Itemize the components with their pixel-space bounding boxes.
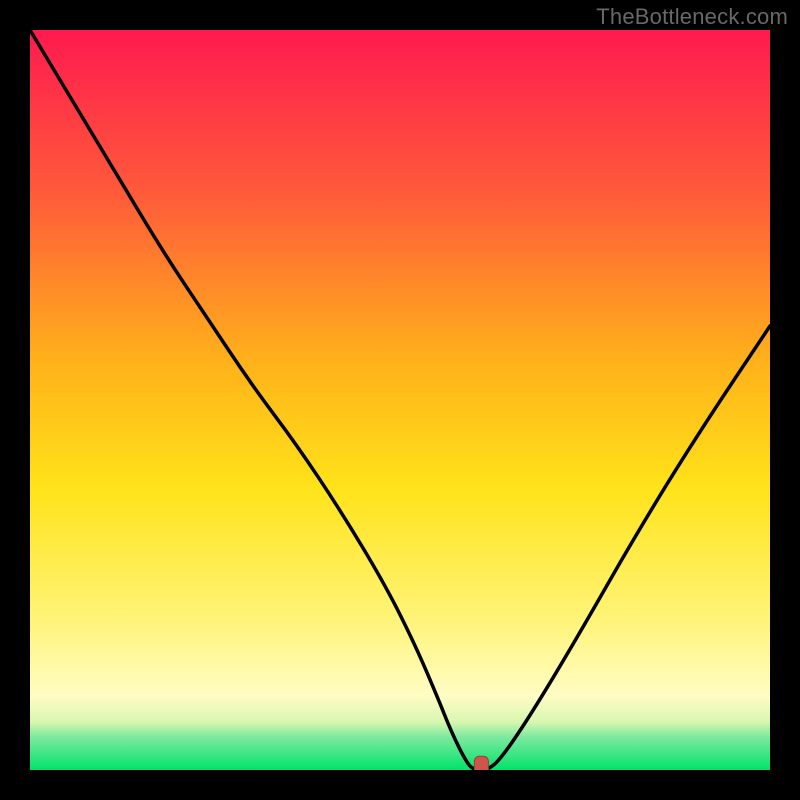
chart-frame: TheBottleneck.com [0, 0, 800, 800]
bottleneck-chart [30, 30, 770, 770]
optimal-point-marker [474, 756, 488, 770]
gradient-background [30, 30, 770, 770]
watermark-text: TheBottleneck.com [596, 4, 788, 30]
plot-area [30, 30, 770, 770]
